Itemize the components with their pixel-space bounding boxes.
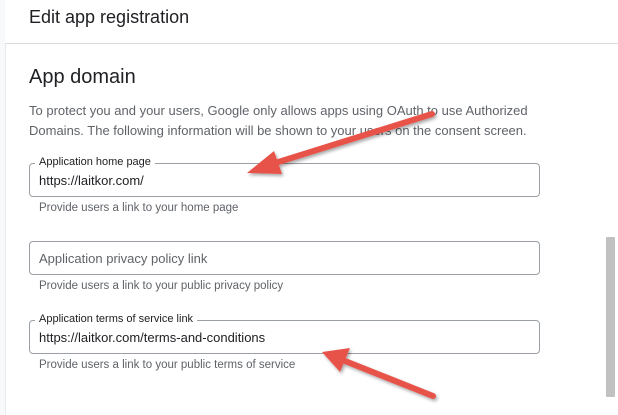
home-page-helper: Provide users a link to your home page: [39, 202, 239, 214]
terms-of-service-label: Application terms of service link: [35, 312, 198, 326]
home-page-value[interactable]: https://laitkor.com/: [39, 173, 144, 189]
privacy-policy-placeholder: Application privacy policy link: [39, 251, 208, 266]
section-title: App domain: [29, 66, 136, 88]
home-page-label: Application home page: [35, 155, 155, 169]
privacy-policy-field[interactable]: Application privacy policy link: [29, 241, 540, 275]
terms-of-service-value[interactable]: https://laitkor.com/terms-and-conditions: [39, 330, 265, 346]
page-header: Edit app registration: [5, 0, 618, 44]
page-title: Edit app registration: [29, 7, 190, 27]
terms-of-service-helper: Provide users a link to your public term…: [39, 359, 296, 371]
app-registration-window: Edit app registration App domain To prot…: [0, 0, 618, 415]
section-description: To protect you and your users, Google on…: [29, 103, 528, 138]
left-panel-edge: [0, 0, 6, 415]
annotation-arrow-icon: [322, 348, 436, 399]
privacy-policy-helper: Provide users a link to your public priv…: [39, 280, 284, 292]
scrollbar-thumb[interactable]: [606, 237, 615, 397]
home-page-field[interactable]: Application home page https://laitkor.co…: [29, 155, 540, 197]
terms-of-service-field[interactable]: Application terms of service link https:…: [29, 312, 540, 354]
